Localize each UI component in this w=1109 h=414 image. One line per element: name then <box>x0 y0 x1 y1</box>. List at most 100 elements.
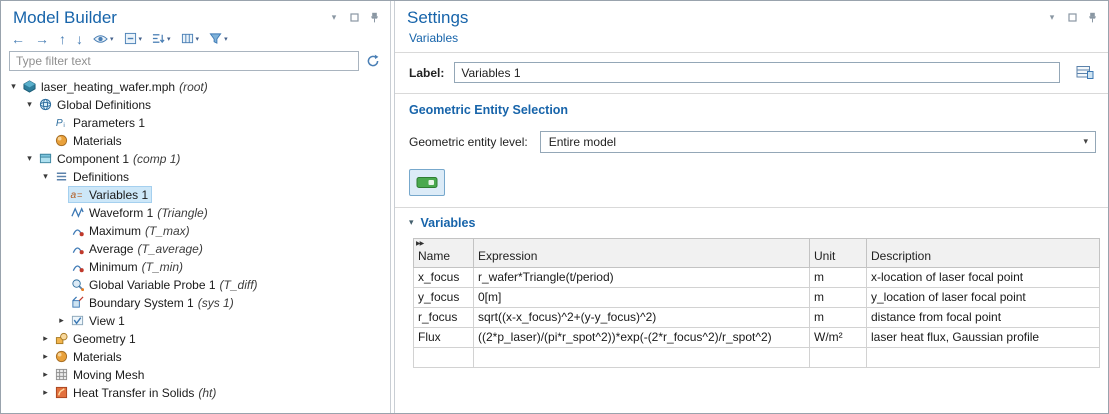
empty-cell[interactable] <box>867 347 1100 367</box>
cell-expression[interactable]: sqrt((x-x_focus)^2+(y-y_focus)^2) <box>474 307 810 327</box>
pin-panel-icon[interactable] <box>368 11 380 23</box>
filter-input[interactable] <box>9 51 359 71</box>
tree-item-label: Variables 1 <box>89 188 148 202</box>
model-tree-sort-button[interactable]: ▾ <box>152 32 171 45</box>
tree-item-component-1[interactable]: ▾Component 1(comp 1) <box>1 150 390 168</box>
section-collapse-icon[interactable]: ▾ <box>409 218 414 227</box>
chevron-down-icon[interactable]: ▾ <box>39 172 52 181</box>
model-tree: ▾laser_heating_wafer.mph(root)▾Global De… <box>1 75 390 413</box>
settings-window-controls: ▾ <box>1046 8 1098 23</box>
active-toggle-icon <box>416 175 438 190</box>
forward-button[interactable]: → <box>35 32 49 46</box>
svg-text:a: a <box>70 190 76 201</box>
tree-item-waveform-1[interactable]: Waveform 1(Triangle) <box>1 204 390 222</box>
variable-row-r-focus: r_focussqrt((x-x_focus)^2+(y-y_focus)^2)… <box>414 307 1100 327</box>
move-down-button[interactable]: ↓ <box>76 32 83 46</box>
tree-item-parameters-1[interactable]: PiParameters 1 <box>1 114 390 132</box>
collapse-all-button[interactable]: ▾ <box>124 32 143 45</box>
tree-item-heat-transfer-in-solids[interactable]: ▸Heat Transfer in Solids(ht) <box>1 384 390 402</box>
maximum-icon <box>69 224 85 238</box>
cell-unit[interactable]: m <box>810 287 867 307</box>
chevron-down-icon: ▾ <box>224 35 228 43</box>
chevron-right-icon[interactable]: ▸ <box>39 370 52 379</box>
model-builder-window-controls: ▾ <box>328 8 380 23</box>
divider <box>395 93 1108 94</box>
tree-item-global-definitions[interactable]: ▾Global Definitions <box>1 96 390 114</box>
variables-table-header-row: ▶▶NameExpressionUnitDescription <box>414 238 1100 267</box>
column-header-label: Name <box>418 249 450 263</box>
chevron-right-icon[interactable]: ▸ <box>39 388 52 397</box>
cell-description[interactable]: y_location of laser focal point <box>867 287 1100 307</box>
cell-expression[interactable]: r_wafer*Triangle(t/period) <box>474 267 810 287</box>
geometric-entity-level-select[interactable]: Entire model ▾ <box>540 131 1096 153</box>
model-builder-header: Model Builder ▾ <box>1 1 390 28</box>
tree-item-definitions[interactable]: ▾Definitions <box>1 168 390 186</box>
model-builder-panel: Model Builder ▾ ←→↑↓▾▾▾▾▾ ▾laser_heating… <box>1 1 391 413</box>
cell-description[interactable]: laser heat flux, Gaussian profile <box>867 327 1100 347</box>
tree-item-tag: (T_diff) <box>220 278 258 292</box>
tree-item-label: Heat Transfer in Solids <box>73 386 194 400</box>
cell-description[interactable]: x-location of laser focal point <box>867 267 1100 287</box>
tree-item-tag: (T_average) <box>137 242 202 256</box>
chevron-right-icon[interactable]: ▸ <box>39 334 52 343</box>
tree-item-moving-mesh[interactable]: ▸Moving Mesh <box>1 366 390 384</box>
chevron-down-icon[interactable]: ▾ <box>23 154 36 163</box>
tree-item-boundary-system-1[interactable]: Boundary System 1(sys 1) <box>1 294 390 312</box>
tree-item-laser-heating-wafer-mph[interactable]: ▾laser_heating_wafer.mph(root) <box>1 78 390 96</box>
pin-panel-icon[interactable] <box>1086 11 1098 23</box>
show-variable-list-button[interactable] <box>1072 62 1098 84</box>
chevron-down-icon[interactable]: ▾ <box>7 82 20 91</box>
empty-variable-row <box>414 347 1100 367</box>
average-icon <box>69 242 85 256</box>
cell-name[interactable]: Flux <box>414 327 474 347</box>
tree-item-minimum[interactable]: Minimum(T_min) <box>1 258 390 276</box>
chevron-down-icon: ▾ <box>139 35 143 43</box>
refresh-icon[interactable] <box>366 54 380 68</box>
cell-description[interactable]: distance from focal point <box>867 307 1100 327</box>
cell-expression[interactable]: ((2*p_laser)/(pi*r_spot^2))*exp(-(2*r_fo… <box>474 327 810 347</box>
label-input[interactable] <box>454 62 1060 83</box>
tree-item-materials[interactable]: ▸Materials <box>1 348 390 366</box>
cell-unit[interactable]: W/m² <box>810 327 867 347</box>
tree-item-label: Waveform 1 <box>89 206 153 220</box>
float-panel-icon[interactable] <box>1066 11 1078 23</box>
tree-item-view-1[interactable]: ▸View 1 <box>1 312 390 330</box>
panel-menu-icon[interactable]: ▾ <box>1046 11 1058 23</box>
svg-text:i: i <box>63 122 64 129</box>
column-header-unit: Unit <box>810 238 867 267</box>
tree-item-geometry-1[interactable]: ▸Geometry 1 <box>1 330 390 348</box>
show-button[interactable]: ▾ <box>93 33 114 45</box>
cell-name[interactable]: x_focus <box>414 267 474 287</box>
empty-cell[interactable] <box>810 347 867 367</box>
tree-item-tag: (root) <box>179 80 208 94</box>
cell-unit[interactable]: m <box>810 307 867 327</box>
cell-name[interactable]: r_focus <box>414 307 474 327</box>
chevron-down-icon[interactable]: ▾ <box>23 100 36 109</box>
tree-item-variables-1[interactable]: a=Variables 1 <box>1 186 390 204</box>
empty-cell[interactable] <box>474 347 810 367</box>
columns-button[interactable]: ▾ <box>181 32 200 45</box>
active-selection-toggle[interactable] <box>409 169 445 196</box>
cell-expression[interactable]: 0[m] <box>474 287 810 307</box>
filter-button[interactable]: ▾ <box>209 32 228 45</box>
column-header-name: ▶▶Name <box>414 238 474 267</box>
tree-item-label: Global Variable Probe 1 <box>89 278 216 292</box>
tree-item-maximum[interactable]: Maximum(T_max) <box>1 222 390 240</box>
tree-item-global-variable-probe-1[interactable]: Global Variable Probe 1 (T_diff) <box>1 276 390 294</box>
chevron-right-icon[interactable]: ▸ <box>55 316 68 325</box>
float-panel-icon[interactable] <box>348 11 360 23</box>
chevron-down-icon: ▾ <box>196 35 200 43</box>
settings-header: Settings ▾ <box>395 1 1108 28</box>
cell-name[interactable]: y_focus <box>414 287 474 307</box>
panel-menu-icon[interactable]: ▾ <box>328 11 340 23</box>
cell-unit[interactable]: m <box>810 267 867 287</box>
move-up-button[interactable]: ↑ <box>59 32 66 46</box>
chevron-right-icon[interactable]: ▸ <box>39 352 52 361</box>
tree-item-materials[interactable]: Materials <box>1 132 390 150</box>
model-builder-toolbar: ← → ↑ ↓ ▾ ▾ ▾ ▾ ▾ <box>1 28 390 49</box>
tree-item-average[interactable]: Average(T_average) <box>1 240 390 258</box>
variable-row-flux: Flux((2*p_laser)/(pi*r_spot^2))*exp(-(2*… <box>414 327 1100 347</box>
chevron-down-icon: ▾ <box>110 35 114 43</box>
back-button[interactable]: ← <box>11 32 25 46</box>
empty-cell[interactable] <box>414 347 474 367</box>
